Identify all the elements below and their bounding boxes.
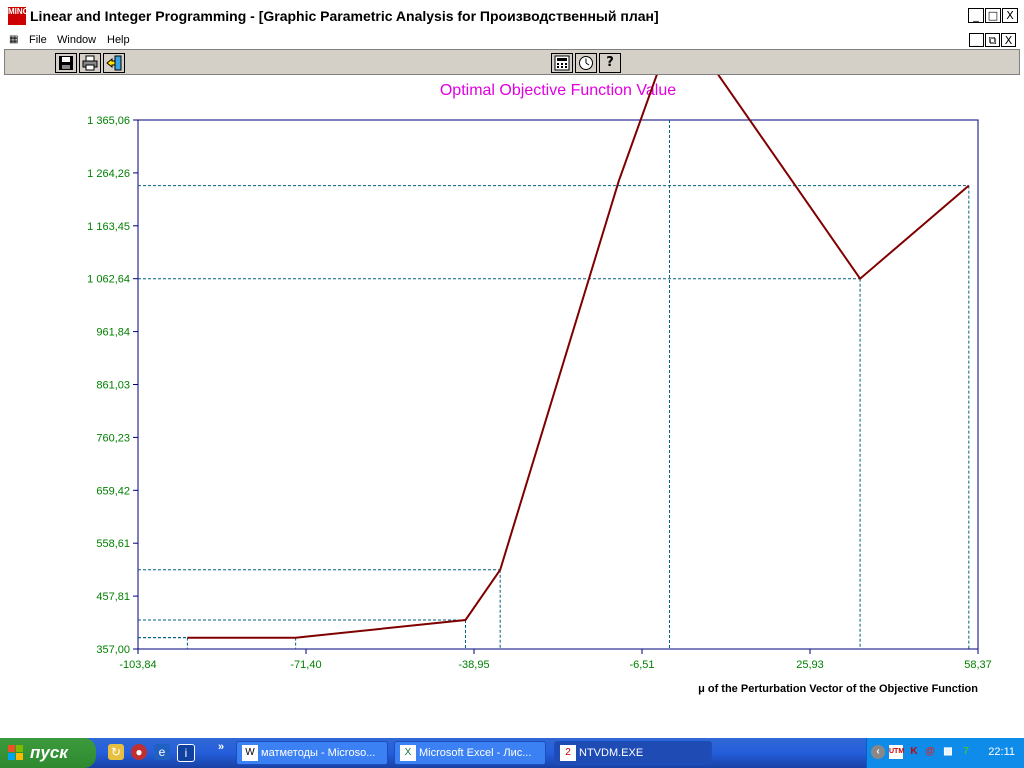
task-word-label: матметоды - Microsо... [261, 747, 376, 759]
clock-button[interactable] [575, 53, 597, 73]
toolbar: ? [4, 49, 1020, 75]
exit-button[interactable] [103, 53, 125, 73]
exit-icon [106, 55, 122, 71]
menu-help[interactable]: Help [107, 34, 130, 46]
x-tick-label: -71,40 [290, 659, 321, 671]
help-button[interactable]: ? [599, 53, 621, 73]
x-axis: -103,84 -71,40 -38,95 -6,51 25,93 58,37 [119, 649, 992, 671]
ie-icon[interactable]: e [154, 744, 170, 760]
utm-icon[interactable]: UTM [889, 745, 904, 759]
minimize-button[interactable]: _ [968, 8, 984, 23]
clock-icon [579, 56, 593, 70]
objective-value-line [187, 75, 970, 639]
y-tick-label: 861,03 [96, 380, 130, 392]
task-excel-label: Microsoft Excel - Лис... [419, 747, 532, 759]
menu-window[interactable]: Window [57, 34, 96, 46]
media-icon[interactable]: ● [131, 744, 147, 760]
windows-logo-icon [8, 745, 23, 760]
mail-icon[interactable]: @ [923, 745, 937, 759]
help-icon: ? [606, 55, 614, 70]
maximize-button[interactable]: □ [985, 8, 1001, 23]
guide-lines [138, 120, 970, 649]
window-title: Linear and Integer Programming - [Graphi… [30, 8, 659, 24]
y-tick-label: 961,84 [96, 327, 130, 339]
y-tick-label: 457,81 [96, 591, 130, 603]
task-excel[interactable]: X Microsoft Excel - Лис... [394, 741, 546, 765]
app-icon: MINC [8, 7, 28, 25]
window-titlebar: MINC Linear and Integer Programming - [G… [0, 0, 1024, 33]
ntvdm-icon: 2 [560, 745, 576, 761]
calculator-button[interactable] [551, 53, 573, 73]
child-close-button[interactable]: X [1001, 33, 1016, 47]
x-tick-label: 25,93 [796, 659, 824, 671]
print-button[interactable] [79, 53, 101, 73]
word-icon: W [242, 745, 258, 761]
kaspersky-icon[interactable]: K [907, 745, 921, 759]
task-word[interactable]: W матметоды - Microsо... [236, 741, 388, 765]
y-axis: 357,00 457,81 558,61 659,42 760,23 861,03 961,… [87, 115, 138, 656]
y-tick-label: 1 264,26 [87, 168, 130, 180]
parametric-analysis-chart: Optimal Objective Function Value 357,00 4… [87, 75, 992, 695]
save-icon [59, 56, 73, 70]
child-restore-button[interactable]: ⧉ [985, 33, 1000, 47]
menu-bar: ▦ File Window Help _ ⧉ X [0, 32, 1024, 49]
excel-icon: X [400, 745, 416, 761]
close-button[interactable]: X [1002, 8, 1018, 23]
child-minimize-button[interactable]: _ [969, 33, 984, 47]
x-axis-label: μ of the Perturbation Vector of the Obje… [698, 683, 978, 695]
y-tick-label: 760,23 [96, 432, 130, 444]
explorer-icon[interactable]: ↻ [108, 744, 124, 760]
x-tick-label: -38,95 [458, 659, 489, 671]
x-tick-label: 58,37 [964, 659, 992, 671]
y-tick-label: 1 163,45 [87, 221, 130, 233]
task-ntvdm[interactable]: 2 NTVDM.EXE [554, 741, 712, 765]
y-tick-label: 659,42 [96, 485, 130, 497]
y-tick-label: 1 365,06 [87, 115, 130, 127]
y-tick-label: 1 062,64 [87, 274, 130, 286]
taskbar: пуск ↻ ● e i » W матметоды - Microsо... … [0, 738, 1024, 768]
info-icon[interactable]: i [177, 744, 195, 762]
app-icon[interactable]: 7 [959, 745, 973, 759]
menu-file[interactable]: File [29, 34, 47, 46]
document-icon[interactable]: ▦ [9, 34, 18, 45]
y-tick-label: 558,61 [96, 538, 130, 550]
network-icon[interactable]: ▩ [941, 745, 955, 759]
quick-launch-more[interactable]: » [218, 741, 224, 753]
calculator-icon [554, 55, 570, 71]
x-tick-label: -103,84 [119, 659, 156, 671]
start-button[interactable]: пуск [0, 738, 96, 768]
task-ntvdm-label: NTVDM.EXE [579, 747, 644, 759]
series-layer [187, 75, 970, 639]
system-tray: ‹ UTM K @ ▩ 7 22:11 [866, 738, 1024, 768]
start-label: пуск [30, 743, 68, 762]
y-tick-label: 357,00 [96, 644, 130, 656]
back-icon[interactable]: ‹ [871, 745, 885, 759]
save-button[interactable] [55, 53, 77, 73]
print-icon [82, 55, 98, 71]
chart-title: Optimal Objective Function Value [440, 82, 676, 99]
x-tick-label: -6,51 [629, 659, 654, 671]
clock: 22:11 [988, 746, 1015, 758]
